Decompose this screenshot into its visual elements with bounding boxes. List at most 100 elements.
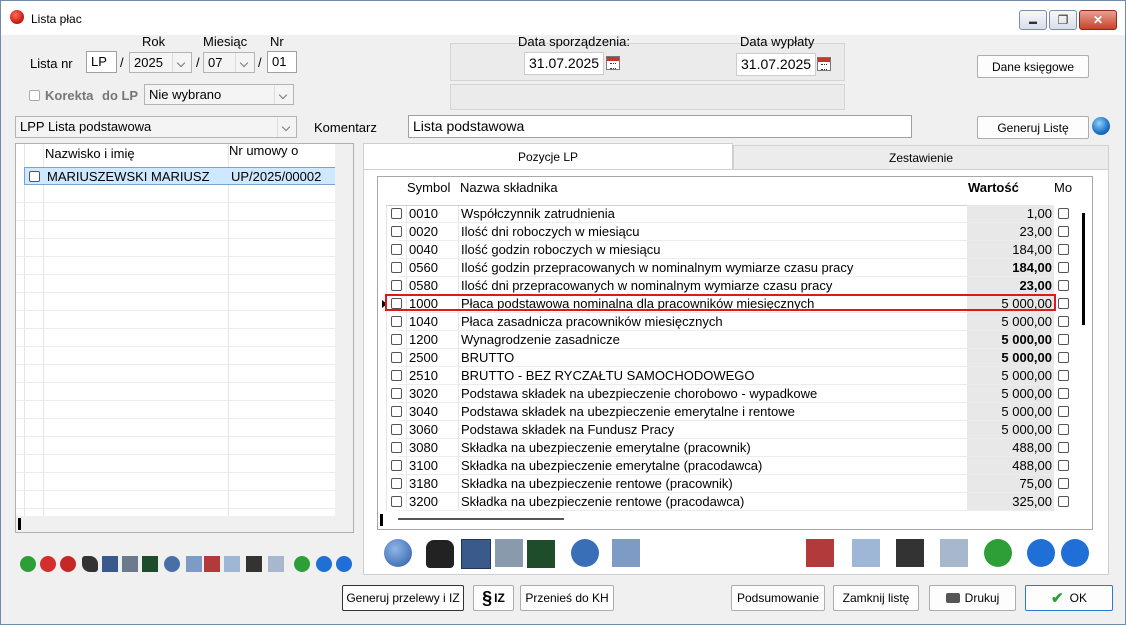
row-checkbox[interactable] xyxy=(391,460,402,471)
table-row[interactable]: 3200 Składka na ubezpieczenie rentowe (pr… xyxy=(378,493,1069,511)
do-lp-select[interactable]: Nie wybrano xyxy=(144,84,294,105)
checklist-icon[interactable] xyxy=(495,539,523,567)
row-checkbox[interactable] xyxy=(391,280,402,291)
row-mo-checkbox[interactable] xyxy=(1058,370,1069,381)
col-header-name[interactable]: Nazwisko i imię xyxy=(45,146,135,161)
row-checkbox[interactable] xyxy=(391,208,402,219)
list-type-select[interactable]: LPP Lista podstawowa xyxy=(15,116,297,138)
row-checkbox[interactable] xyxy=(391,226,402,237)
col-header-name[interactable]: Nazwa składnika xyxy=(460,180,558,195)
list-prefix-field[interactable]: LP xyxy=(86,51,117,73)
table-row[interactable]: MARIUSZEWSKI MARIUSZ UP/2025/00002 xyxy=(24,167,336,185)
remove-icon[interactable] xyxy=(40,556,56,572)
table-row[interactable]: 2510 BRUTTO - BEZ RYCZAŁTU SAMOCHODOWEGO 5… xyxy=(378,367,1069,385)
calendar-grid-icon[interactable] xyxy=(461,539,491,569)
drukuj-button[interactable]: Drukuj xyxy=(929,585,1016,611)
calculator-icon[interactable] xyxy=(527,540,555,568)
calendar-grid-icon[interactable] xyxy=(102,556,118,572)
row-mo-checkbox[interactable] xyxy=(1058,244,1069,255)
previous-icon[interactable] xyxy=(1027,539,1055,567)
horizontal-scrollbar[interactable] xyxy=(16,516,335,532)
list-number-field[interactable]: 01 xyxy=(267,51,297,73)
row-checkbox[interactable] xyxy=(391,406,402,417)
dane-ksiegowe-button[interactable]: Dane księgowe xyxy=(977,55,1089,78)
row-checkbox[interactable] xyxy=(391,442,402,453)
generuj-przelewy-button[interactable]: Generuj przelewy i IZ xyxy=(342,585,464,611)
table-row[interactable]: 1200 Wynagrodzenie zasadnicze 5 000,00 xyxy=(378,331,1069,349)
next-icon[interactable] xyxy=(336,556,352,572)
table-row[interactable]: 3060 Podstawa składek na Fundusz Pracy 5 0… xyxy=(378,421,1069,439)
save-icon[interactable] xyxy=(896,539,924,567)
generuj-liste-button[interactable]: Generuj Listę xyxy=(977,116,1089,139)
row-mo-checkbox[interactable] xyxy=(1058,406,1069,417)
row-checkbox[interactable] xyxy=(391,388,402,399)
next-icon[interactable] xyxy=(1061,539,1089,567)
data-wyplaty-field[interactable]: 31.07.2025 xyxy=(736,53,816,76)
row-checkbox[interactable] xyxy=(391,244,402,255)
settings-icon[interactable] xyxy=(164,556,180,572)
table-row[interactable]: 0560 Ilość godzin przepracowanych w nomin… xyxy=(378,259,1069,277)
chart-icon[interactable] xyxy=(806,539,834,567)
row-checkbox[interactable] xyxy=(391,478,402,489)
row-mo-checkbox[interactable] xyxy=(1058,478,1069,489)
scrollbar-thumb[interactable] xyxy=(398,518,564,520)
col-header-contract[interactable]: Nr umowy o pracę xyxy=(229,144,329,162)
ok-button[interactable]: ✔ OK xyxy=(1025,585,1113,611)
przenies-do-kh-button[interactable]: Przenieś do KH xyxy=(520,585,614,611)
export-icon[interactable] xyxy=(612,539,640,567)
col-header-value[interactable]: Wartość xyxy=(968,180,1019,195)
row-checkbox[interactable] xyxy=(391,496,402,507)
table-row[interactable]: 3040 Podstawa składek na ubezpieczenie em… xyxy=(378,403,1069,421)
komentarz-field[interactable]: Lista podstawowa xyxy=(408,115,912,138)
row-mo-checkbox[interactable] xyxy=(1058,208,1069,219)
month-select[interactable]: 07 xyxy=(203,52,255,73)
vertical-scrollbar[interactable] xyxy=(335,144,353,532)
minimize-button[interactable]: ▬ xyxy=(1019,10,1047,30)
save-icon[interactable] xyxy=(246,556,262,572)
copy-icon[interactable] xyxy=(940,539,968,567)
table-row[interactable]: 1040 Płaca zasadnicza pracowników miesięc… xyxy=(378,313,1069,331)
col-header-symbol[interactable]: Symbol xyxy=(407,180,450,195)
refresh-icon[interactable] xyxy=(294,556,310,572)
binoculars-icon[interactable] xyxy=(426,540,454,568)
vertical-scrollbar-thumb[interactable] xyxy=(1082,213,1085,325)
korekta-checkbox[interactable] xyxy=(29,90,40,101)
document-icon[interactable] xyxy=(852,539,880,567)
row-mo-checkbox[interactable] xyxy=(1058,262,1069,273)
components-grid[interactable]: Symbol Nazwa składnika Wartość Mo 0010 Ws… xyxy=(377,176,1093,530)
zamknij-liste-button[interactable]: Zamknij listę xyxy=(833,585,919,611)
delete-icon[interactable] xyxy=(60,556,76,572)
row-mo-checkbox[interactable] xyxy=(1058,316,1069,327)
document-icon[interactable] xyxy=(224,556,240,572)
binoculars-icon[interactable] xyxy=(82,556,98,572)
filter-icon[interactable] xyxy=(122,556,138,572)
row-checkbox[interactable] xyxy=(391,262,402,273)
report-icon[interactable] xyxy=(204,556,220,572)
year-select[interactable]: 2025 xyxy=(129,52,192,73)
copy-icon[interactable] xyxy=(268,556,284,572)
row-checkbox[interactable] xyxy=(391,370,402,381)
help-icon[interactable] xyxy=(384,539,412,567)
row-mo-checkbox[interactable] xyxy=(1058,424,1069,435)
calendar-icon[interactable] xyxy=(606,56,620,70)
close-button[interactable]: ✕ xyxy=(1079,10,1117,30)
row-mo-checkbox[interactable] xyxy=(1058,496,1069,507)
row-mo-checkbox[interactable] xyxy=(1058,334,1069,345)
tab-zestawienie[interactable]: Zestawienie xyxy=(733,145,1109,170)
tab-pozycje-lp[interactable]: Pozycje LP xyxy=(363,143,733,170)
table-row[interactable]: 3020 Podstawa składek na ubezpieczenie ch… xyxy=(378,385,1069,403)
globe-icon[interactable] xyxy=(1092,117,1110,135)
refresh-icon[interactable] xyxy=(984,539,1012,567)
previous-icon[interactable] xyxy=(316,556,332,572)
table-row[interactable]: 2500 BRUTTO 5 000,00 xyxy=(378,349,1069,367)
row-checkbox[interactable] xyxy=(391,316,402,327)
maximize-button[interactable]: ❐ xyxy=(1049,10,1077,30)
row-mo-checkbox[interactable] xyxy=(1058,280,1069,291)
row-mo-checkbox[interactable] xyxy=(1058,442,1069,453)
col-header-mo[interactable]: Mo xyxy=(1054,180,1072,195)
row-checkbox[interactable] xyxy=(29,171,40,182)
scrollbar-thumb[interactable] xyxy=(18,518,21,530)
iz-button[interactable]: § IZ xyxy=(473,585,514,611)
export-icon[interactable] xyxy=(186,556,202,572)
data-sporzadzenia-field[interactable]: 31.07.2025 xyxy=(524,52,604,75)
